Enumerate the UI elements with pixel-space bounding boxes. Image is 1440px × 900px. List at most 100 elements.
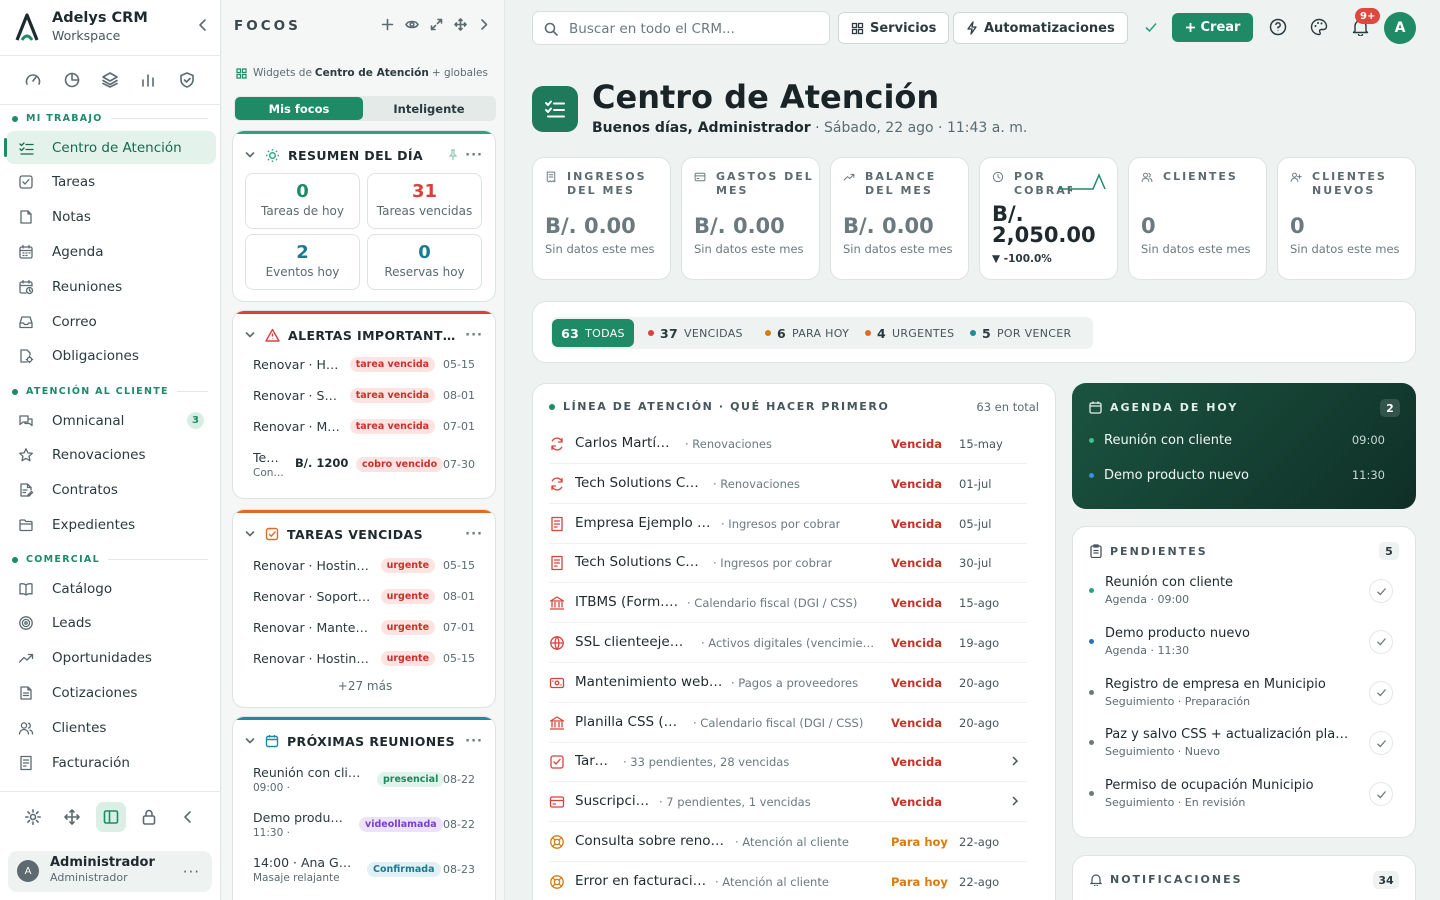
tab-inteligente[interactable]: Inteligente (365, 97, 493, 120)
check-icon[interactable] (1141, 17, 1161, 37)
kpi-card[interactable]: GASTOS DEL MES B/. 0.00 Sin datos este mes (681, 157, 820, 280)
table-row[interactable]: SSL clienteejemplo.com · Activos digitale… (549, 623, 1027, 663)
sidebar-item-oportunidades[interactable]: Oportunidades (6, 642, 216, 675)
sidebar-item-tareas[interactable]: Tareas (6, 166, 216, 199)
avatar[interactable]: A (1384, 12, 1416, 44)
filter-por-vencer[interactable]: 5 POR VENCER (970, 319, 1071, 347)
chevron-right-icon[interactable] (1009, 755, 1021, 767)
stat-box[interactable]: 31 Tareas vencidas (367, 173, 482, 229)
chevron-down-icon[interactable] (245, 150, 255, 160)
pie-chart-icon[interactable] (62, 70, 82, 90)
eye-icon[interactable] (405, 18, 419, 31)
table-row[interactable]: Carlos Martínez · Renovaciones Vencida 15-m… (549, 424, 1027, 464)
sidebar-item-contratos[interactable]: Contratos (6, 474, 216, 507)
sidebar-item-clientes[interactable]: Clientes (6, 711, 216, 744)
sidebar-item-obligaciones[interactable]: Obligaciones (6, 340, 216, 373)
check-icon[interactable] (1369, 731, 1393, 756)
list-item[interactable]: Renovar · Soporte técnico urgente 08-01 (253, 586, 475, 606)
more-icon[interactable]: ··· (465, 148, 483, 163)
table-row[interactable]: Mantenimiento web mensual · Pagos a prove… (549, 663, 1027, 703)
table-row[interactable]: Tech Solutions Corp · Renovaciones Vencida… (549, 464, 1027, 504)
sidebar-item-leads[interactable]: Leads (6, 607, 216, 640)
move-icon[interactable] (57, 802, 87, 832)
more-link[interactable]: +27 más (233, 679, 495, 693)
agenda-item[interactable]: Demo producto nuevo 11:30 (1089, 465, 1385, 485)
sidebar-item-facturación[interactable]: Facturación (6, 746, 216, 779)
filter-para-hoy[interactable]: 6 PARA HOY (765, 319, 849, 347)
alert-cobro[interactable]: Tech Solutions Corp Consultoría B/. 1200… (253, 450, 475, 482)
kpi-card[interactable]: CLIENTES 0 Sin datos este mes (1128, 157, 1267, 280)
chevron-right-icon[interactable] (1009, 795, 1021, 807)
pending-item[interactable]: Reunión con cliente Agenda · 09:00 (1087, 575, 1401, 615)
filter-todas[interactable]: 63 TODAS (552, 319, 634, 347)
kpi-card[interactable]: BALANCE DEL MES B/. 0.00 Sin datos este me… (830, 157, 969, 280)
chevron-left-icon[interactable] (173, 802, 203, 832)
settings-icon[interactable] (18, 802, 48, 832)
shield-icon[interactable] (177, 70, 197, 90)
table-row[interactable]: ITBMS (Form. 430) · Calendario fiscal (DG… (549, 583, 1027, 624)
bar-chart-icon[interactable] (138, 70, 158, 90)
stat-box[interactable]: 0 Reservas hoy (367, 234, 482, 290)
sidebar-item-expedientes[interactable]: Expedientes (6, 508, 216, 541)
more-icon[interactable]: ··· (183, 863, 200, 881)
kpi-card[interactable]: POR COBRAR B/. 2,050.00 ▼ -100.0% (979, 157, 1118, 280)
kpi-card[interactable]: INGRESOS DEL MES B/. 0.00 Sin datos este m… (532, 157, 671, 280)
pending-item[interactable]: Demo producto nuevo Agenda · 11:30 (1087, 626, 1401, 666)
check-icon[interactable] (1369, 680, 1393, 705)
sidebar-item-cotizaciones[interactable]: Cotizaciones (6, 676, 216, 709)
stat-box[interactable]: 2 Eventos hoy (245, 234, 360, 290)
chevron-down-icon[interactable] (245, 529, 255, 539)
table-row[interactable]: Error en facturación · Atención al client… (549, 862, 1027, 900)
kpi-card[interactable]: CLIENTES NUEVOS 0 Sin datos este mes (1277, 157, 1416, 280)
crear-button[interactable]: Crear (1172, 13, 1253, 42)
pending-item[interactable]: Permiso de ocupación Municipio Seguimient… (1087, 778, 1401, 818)
meeting-item[interactable]: Reunión con cliente 09:00 · presencial 08-2… (253, 765, 475, 797)
list-item[interactable]: Renovar · Hosting tarea vencida 05-15 (253, 354, 475, 374)
more-icon[interactable]: ··· (465, 734, 483, 749)
sidebar-item-catálogo[interactable]: Catálogo (6, 572, 216, 605)
move-icon[interactable] (454, 18, 467, 31)
panel-icon[interactable] (95, 801, 126, 832)
stat-box[interactable]: 0 Tareas de hoy (245, 173, 360, 229)
chevron-left-icon[interactable] (196, 18, 210, 32)
pending-item[interactable]: Paz y salvo CSS + actualización planilla… (1087, 727, 1401, 767)
meeting-item[interactable]: 14:00 · Ana Gómez Masaje relajante Confirm… (253, 855, 475, 887)
brand[interactable]: Adelys CRM Workspace (14, 10, 214, 46)
check-icon[interactable] (1369, 629, 1393, 654)
sidebar-item-notas[interactable]: Notas (6, 201, 216, 234)
list-item[interactable]: Renovar · Hosting web urgente 05-15 (253, 648, 475, 668)
layers-icon[interactable] (100, 70, 120, 90)
lock-icon[interactable] (134, 802, 164, 832)
sidebar-item-renovaciones[interactable]: Renovaciones (6, 439, 216, 472)
sidebar-item-correo[interactable]: Correo (6, 305, 216, 338)
search-input[interactable] (569, 19, 819, 39)
table-row[interactable]: Tareas · 33 pendientes, 28 vencidas Vencid… (549, 742, 1027, 783)
list-item[interactable]: Renovar · Mantenimiento urgente 07-01 (253, 617, 475, 637)
automatizaciones-button[interactable]: Automatizaciones (953, 12, 1128, 44)
chevron-down-icon[interactable] (245, 736, 255, 746)
filter-vencidas[interactable]: 37 VENCIDAS (648, 319, 743, 347)
list-item[interactable]: Renovar · Mantenimiento tarea vencida 07-0… (253, 416, 475, 436)
servicios-button[interactable]: Servicios (838, 12, 950, 44)
filter-urgentes[interactable]: 4 URGENTES (865, 319, 954, 347)
list-item[interactable]: Renovar · Soporte tarea vencida 08-01 (253, 385, 475, 405)
check-icon[interactable] (1369, 579, 1393, 603)
pending-item[interactable]: Registro de empresa en Municipio Seguimie… (1087, 677, 1401, 717)
sidebar-item-omnicanal[interactable]: Omnicanal 3 (6, 404, 216, 437)
table-row[interactable]: Tech Solutions Corp · Ingresos por cobrar… (549, 543, 1027, 584)
pin-icon[interactable] (447, 149, 459, 161)
table-row[interactable]: Suscripciones · 7 pendientes, 1 vencidas V… (549, 782, 1027, 823)
table-row[interactable]: Planilla CSS (SIPE) · Calendario fiscal (… (549, 703, 1027, 743)
sidebar-item-reuniones[interactable]: Reuniones (6, 270, 216, 303)
expand-icon[interactable] (430, 18, 443, 31)
user-card[interactable]: A Administrador Administrador ··· (8, 851, 212, 892)
plus-icon[interactable] (381, 18, 394, 31)
list-item[interactable]: Renovar · Hosting web urgente 05-15 (253, 555, 475, 575)
more-icon[interactable]: ··· (465, 527, 483, 542)
gauge-icon[interactable] (23, 70, 43, 90)
table-row[interactable]: Consulta sobre renovación · Atención al c… (549, 822, 1027, 862)
global-search[interactable] (532, 11, 830, 45)
table-row[interactable]: Empresa Ejemplo S.A. · Ingresos por cobra… (549, 504, 1027, 544)
palette-icon[interactable] (1309, 17, 1329, 37)
more-icon[interactable]: ··· (465, 328, 483, 343)
